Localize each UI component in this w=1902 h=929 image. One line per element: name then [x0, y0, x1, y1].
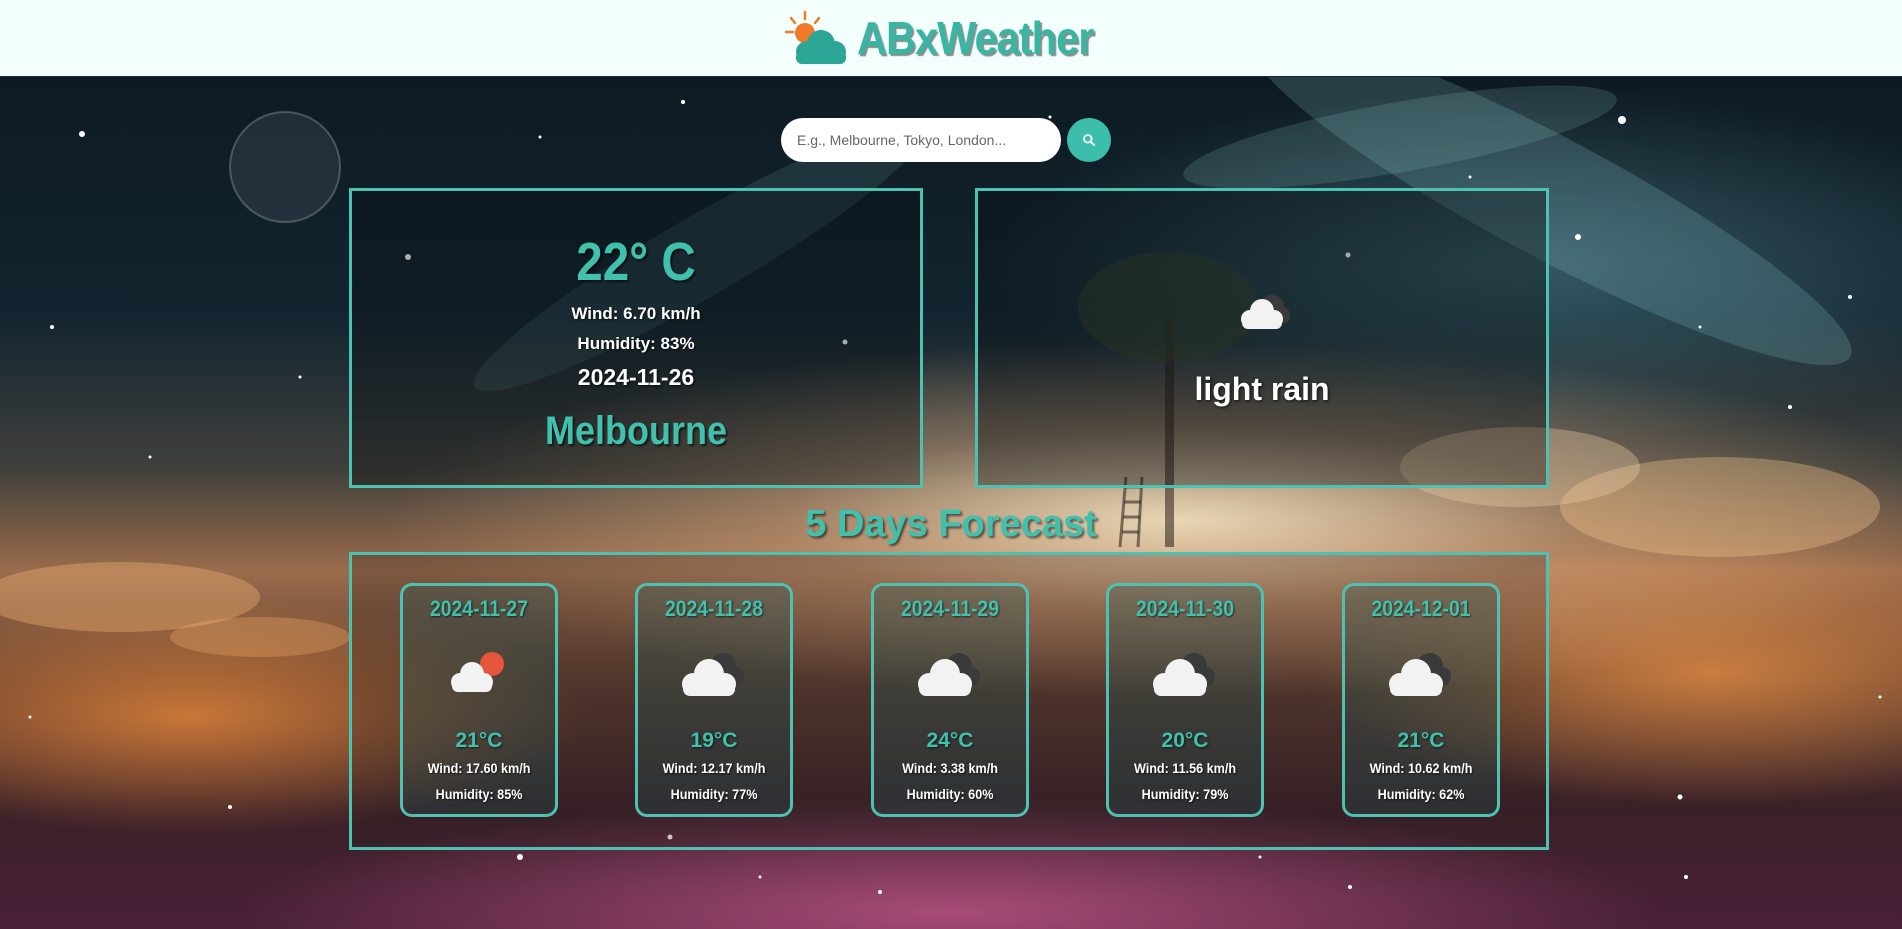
sun-cloud-logo-icon — [784, 10, 846, 64]
current-temperature: 22° C — [576, 232, 696, 292]
forecast-humidity: Humidity: 85% — [435, 786, 523, 802]
forecast-wind: Wind: 17.60 km/h — [427, 760, 531, 776]
forecast-title: 5 Days Forecast — [805, 503, 1097, 545]
search-input[interactable] — [781, 118, 1061, 162]
forecast-wind: Wind: 12.17 km/h — [662, 760, 766, 776]
forecast-day-card: 2024-11-27 21°C Wind: 17.60 km/h Humidit… — [400, 583, 558, 817]
forecast-date: 2024-11-30 — [1136, 596, 1234, 621]
forecast-day-card: 2024-11-30 20°C Wind: 11.56 km/h Humidit… — [1106, 583, 1264, 817]
partly-cloudy-icon — [451, 652, 504, 692]
search-bar — [781, 118, 1111, 162]
forecast-panel: 2024-11-27 21°C Wind: 17.60 km/h Humidit… — [349, 552, 1549, 850]
forecast-temperature: 24°C — [926, 729, 974, 752]
current-condition-panel: light rain — [975, 188, 1549, 488]
brand-name: ABxWeather — [856, 12, 1094, 64]
forecast-day-card: 2024-12-01 21°C Wind: 10.62 km/h Humidit… — [1342, 583, 1500, 817]
forecast-wind: Wind: 11.56 km/h — [1133, 760, 1237, 776]
forecast-date: 2024-11-29 — [901, 596, 999, 621]
forecast-date: 2024-12-01 — [1371, 596, 1471, 621]
brand[interactable]: ABxWeather — [783, 8, 1120, 68]
forecast-humidity: Humidity: 79% — [1141, 786, 1229, 802]
forecast-temperature: 21°C — [455, 729, 503, 752]
forecast-humidity: Humidity: 62% — [1377, 786, 1465, 802]
rain-cloud-icon — [1241, 295, 1290, 329]
current-date: 2024-11-26 — [577, 364, 695, 390]
forecast-temperature: 20°C — [1161, 729, 1209, 752]
forecast-date: 2024-11-27 — [430, 596, 528, 621]
forecast-wind: Wind: 3.38 km/h — [902, 760, 998, 776]
cloudy-icon — [918, 653, 980, 696]
forecast-day-card: 2024-11-28 19°C Wind: 12.17 km/h Humidit… — [635, 583, 793, 817]
forecast-date: 2024-11-28 — [665, 596, 763, 621]
search-button[interactable] — [1067, 118, 1111, 162]
cloudy-icon — [1389, 653, 1451, 696]
forecast-humidity: Humidity: 77% — [670, 786, 758, 802]
current-humidity: Humidity: 83% — [577, 334, 695, 353]
current-city: Melbourne — [544, 409, 727, 453]
current-weather-panel: 22° C Wind: 6.70 km/h Humidity: 83% 2024… — [349, 188, 923, 488]
forecast-humidity: Humidity: 60% — [906, 786, 994, 802]
forecast-temperature: 21°C — [1397, 729, 1445, 752]
forecast-day-card: 2024-11-29 24°C Wind: 3.38 km/h Humidity… — [871, 583, 1029, 817]
cloudy-icon — [1153, 653, 1215, 696]
current-wind: Wind: 6.70 km/h — [571, 304, 701, 323]
forecast-wind: Wind: 10.62 km/h — [1369, 760, 1473, 776]
app-header: ABxWeather — [0, 0, 1902, 77]
forecast-temperature: 19°C — [690, 729, 738, 752]
current-condition-text: light rain — [1194, 371, 1330, 407]
cloudy-icon — [682, 653, 744, 696]
search-icon — [1083, 134, 1095, 146]
